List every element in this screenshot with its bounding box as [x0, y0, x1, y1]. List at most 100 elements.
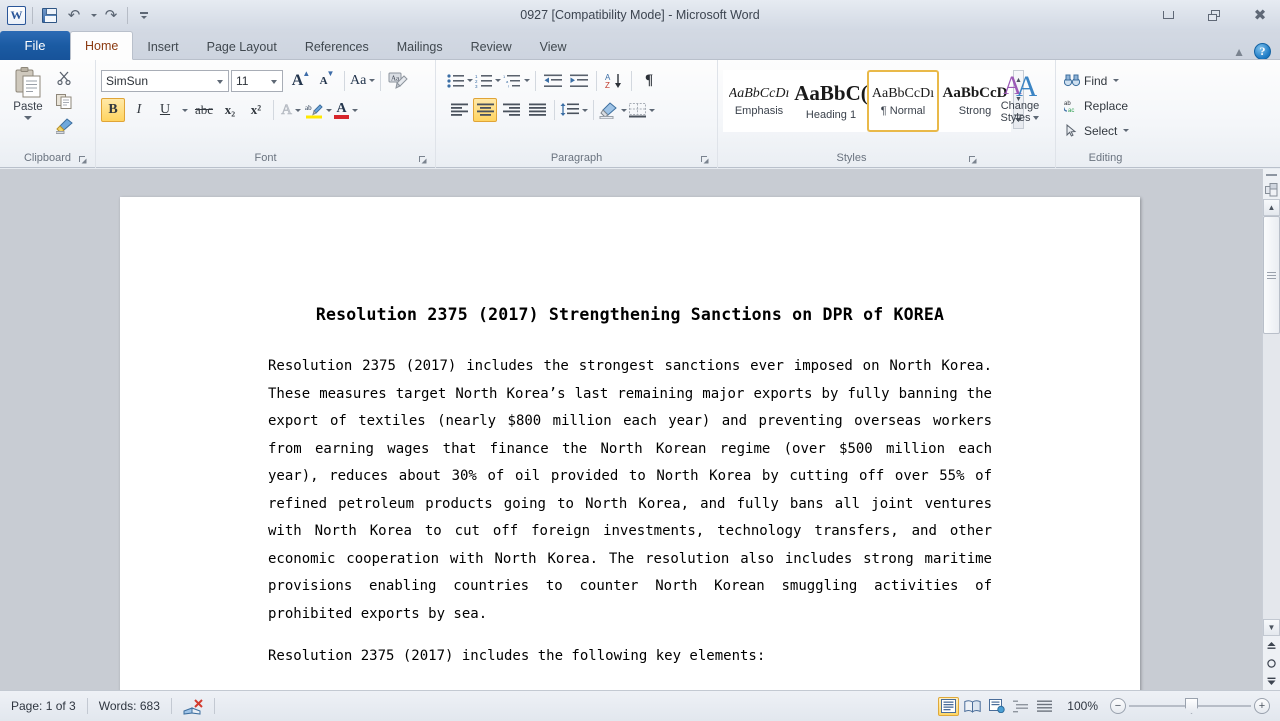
strikethrough-button[interactable]: abc — [192, 98, 216, 122]
chevron-down-icon — [352, 109, 358, 112]
split-handle[interactable] — [1264, 169, 1280, 181]
highlight-button[interactable]: ab — [305, 98, 332, 122]
view-web-layout-button[interactable] — [986, 697, 1007, 716]
undo-dropdown[interactable] — [87, 4, 98, 26]
select-button[interactable]: Select — [1061, 119, 1132, 142]
redo-button[interactable]: ↷ — [99, 4, 123, 26]
bold-icon: B — [108, 102, 117, 118]
previous-page-icon[interactable] — [1263, 636, 1280, 654]
minimize-button[interactable] — [1154, 5, 1182, 25]
font-color-button[interactable]: A — [334, 98, 358, 122]
select-browse-object-button[interactable] — [1263, 654, 1280, 672]
format-painter-button[interactable] — [51, 114, 77, 137]
change-case-button[interactable]: Aa — [350, 69, 375, 93]
minimize-ribbon-icon[interactable]: ▲ — [1233, 45, 1245, 59]
word-count[interactable]: Words: 683 — [88, 691, 171, 721]
document-page[interactable]: Resolution 2375 (2017) Strengthening San… — [120, 197, 1140, 690]
help-icon[interactable]: ? — [1254, 43, 1271, 60]
paragraph-dialog-launcher[interactable] — [700, 155, 710, 165]
shrink-font-button[interactable]: A ▼ — [315, 69, 339, 93]
grow-font-button[interactable]: A ▲ — [289, 69, 313, 93]
paragraph-label-text: Paragraph — [551, 152, 602, 164]
cut-button[interactable] — [51, 66, 77, 89]
clear-formatting-button[interactable]: Aa — [386, 69, 410, 93]
change-styles-button[interactable]: A A Change Styles — [990, 68, 1050, 124]
chevron-down-icon[interactable] — [24, 116, 32, 120]
italic-button[interactable]: I — [127, 98, 151, 122]
scroll-up-button[interactable]: ▲ — [1263, 199, 1280, 216]
select-label: Select — [1084, 124, 1117, 138]
replace-button[interactable]: ab ac Replace — [1061, 94, 1131, 117]
justify-button[interactable] — [525, 98, 549, 122]
copy-button[interactable] — [51, 90, 77, 113]
scroll-track[interactable] — [1263, 216, 1280, 619]
clipboard-dialog-launcher[interactable] — [78, 155, 88, 165]
find-button[interactable]: Find — [1061, 69, 1122, 92]
style-emphasis[interactable]: AaBbCcDı Emphasis — [723, 70, 795, 132]
tab-view[interactable]: View — [526, 33, 581, 60]
document-body[interactable]: Resolution 2375 (2017) Strengthening San… — [120, 197, 1140, 671]
shading-button[interactable] — [599, 98, 627, 122]
tab-page-layout[interactable]: Page Layout — [193, 33, 291, 60]
font-dialog-launcher[interactable] — [418, 155, 428, 165]
shading-icon — [599, 102, 618, 119]
close-button[interactable]: ✖ — [1246, 5, 1274, 25]
increase-indent-button[interactable] — [567, 69, 591, 93]
view-full-screen-reading-button[interactable] — [962, 697, 983, 716]
scroll-thumb[interactable] — [1263, 216, 1280, 334]
text-effects-button[interactable]: A — [279, 98, 303, 122]
zoom-level[interactable]: 100% — [1058, 699, 1107, 713]
save-button[interactable] — [37, 4, 61, 26]
align-center-button[interactable] — [473, 98, 497, 122]
page-indicator[interactable]: Page: 1 of 3 — [0, 691, 87, 721]
zoom-slider[interactable] — [1129, 698, 1251, 714]
tab-file[interactable]: File — [0, 31, 70, 60]
next-page-icon[interactable] — [1263, 672, 1280, 690]
font-name-combo[interactable]: SimSun — [101, 70, 229, 92]
line-spacing-button[interactable] — [560, 98, 588, 122]
styles-dialog-launcher[interactable] — [968, 155, 978, 165]
bullets-button[interactable] — [447, 69, 473, 93]
restore-button[interactable] — [1200, 5, 1228, 25]
subscript-button[interactable]: x₂ — [218, 98, 242, 122]
undo-button[interactable]: ↶ — [62, 4, 86, 26]
tab-references[interactable]: References — [291, 33, 383, 60]
document-canvas[interactable]: Resolution 2375 (2017) Strengthening San… — [0, 169, 1280, 690]
proofing-status[interactable] — [172, 691, 214, 721]
show-formatting-marks-button[interactable]: ¶ — [637, 69, 661, 93]
vertical-scrollbar[interactable]: ▲ ▼ — [1262, 169, 1280, 690]
decrease-indent-button[interactable] — [541, 69, 565, 93]
view-draft-button[interactable] — [1034, 697, 1055, 716]
customize-qat-button[interactable] — [132, 4, 156, 26]
align-left-button[interactable] — [447, 98, 471, 122]
borders-button[interactable] — [629, 98, 655, 122]
word-logo-button[interactable]: W — [4, 4, 28, 26]
tab-insert[interactable]: Insert — [133, 33, 192, 60]
underline-dropdown[interactable] — [179, 98, 190, 122]
underline-button[interactable]: U — [153, 98, 177, 122]
multilevel-list-button[interactable]: 1 a i — [503, 69, 530, 93]
paste-label: Paste — [13, 101, 42, 113]
style-normal[interactable]: AaBbCcDı ¶ Normal — [867, 70, 939, 132]
qat-separator — [32, 7, 33, 24]
zoom-out-button[interactable]: − — [1110, 698, 1126, 714]
style-label: Emphasis — [735, 105, 783, 117]
sort-button[interactable]: A Z — [602, 69, 626, 93]
view-outline-button[interactable] — [1010, 697, 1031, 716]
superscript-button[interactable]: x² — [244, 98, 268, 122]
select-browse-object-icon[interactable] — [1264, 181, 1280, 199]
zoom-in-button[interactable]: + — [1254, 698, 1270, 714]
style-heading-1[interactable]: AaBbC( Heading 1 — [795, 70, 867, 132]
tab-mailings[interactable]: Mailings — [383, 33, 457, 60]
align-right-button[interactable] — [499, 98, 523, 122]
paste-button[interactable]: Paste — [5, 64, 51, 120]
numbering-button[interactable]: 1 2 3 — [475, 69, 501, 93]
tab-review[interactable]: Review — [457, 33, 526, 60]
view-print-layout-button[interactable] — [938, 697, 959, 716]
tab-home[interactable]: Home — [70, 31, 133, 60]
scroll-down-button[interactable]: ▼ — [1263, 619, 1280, 636]
qat-separator-2 — [127, 7, 128, 24]
zoom-thumb[interactable] — [1185, 698, 1198, 714]
font-size-combo[interactable]: 11 — [231, 70, 283, 92]
bold-button[interactable]: B — [101, 98, 125, 122]
